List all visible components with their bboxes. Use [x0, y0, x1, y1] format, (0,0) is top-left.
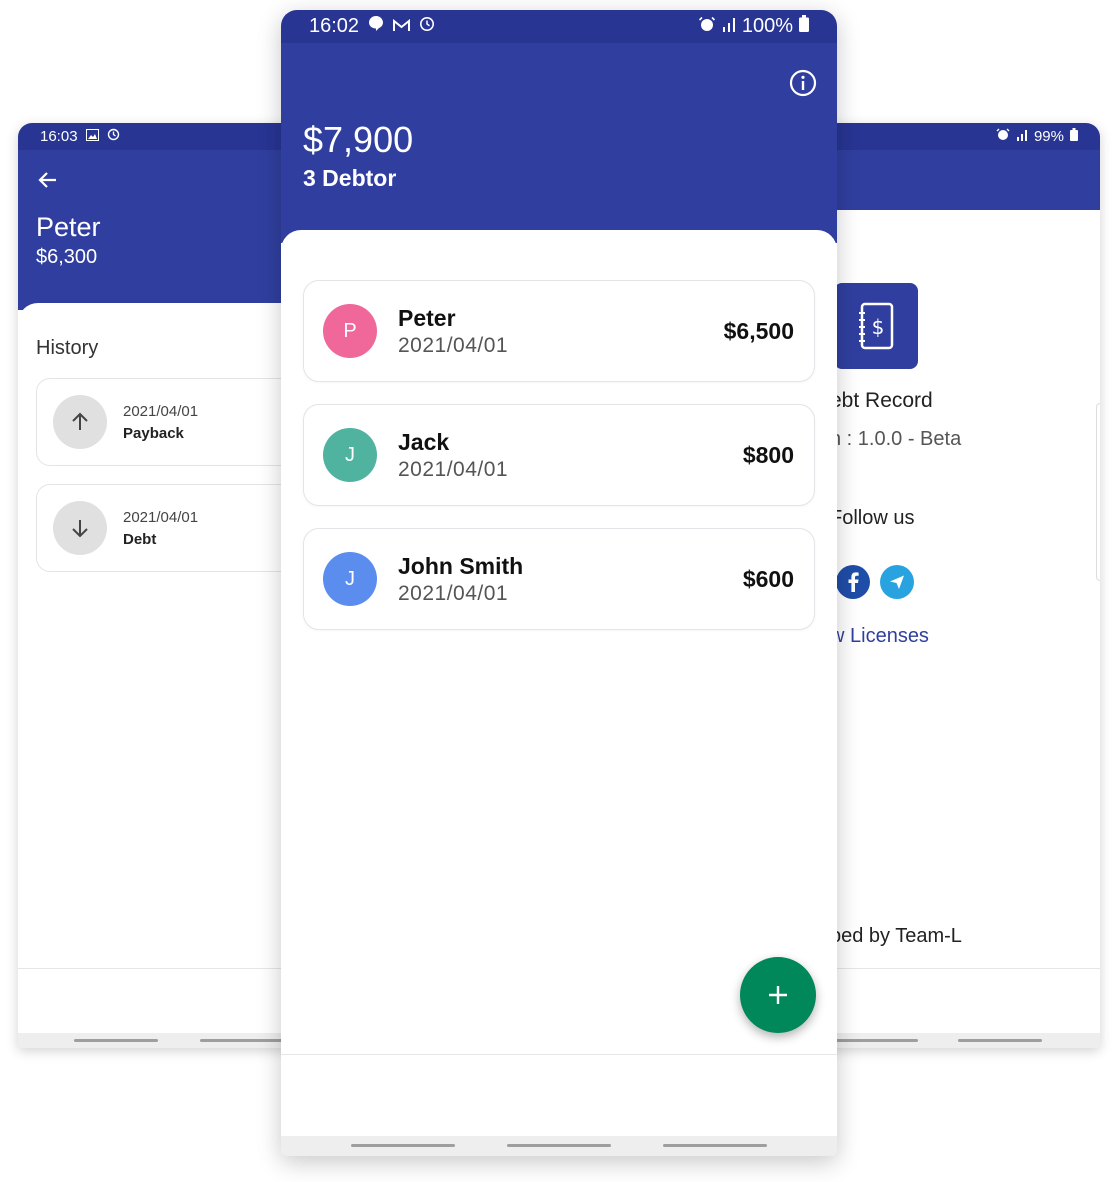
system-nav-bar [18, 1033, 318, 1048]
debtor-name: Peter [36, 212, 101, 242]
arrow-down-icon [53, 501, 107, 555]
debtor-date: 2021/04/01 [398, 582, 509, 605]
plus-icon [769, 986, 787, 1004]
history-item[interactable]: 2021/04/01 Debt [36, 484, 318, 572]
nav-recents-handle[interactable] [351, 1144, 455, 1147]
debtor-date: 2021/04/01 [398, 334, 509, 357]
history-panel: History 2021/04/01 Payback 2021/04/01 De… [18, 303, 318, 968]
about-header [800, 150, 1100, 210]
nav-home-handle[interactable] [507, 1144, 611, 1147]
detail-header: Peter $6,300 [18, 150, 318, 310]
svg-text:$: $ [872, 315, 885, 339]
divider [281, 1054, 837, 1055]
alarm-clock-icon [107, 128, 120, 145]
debtor-list-screen: 16:02 100% $7,900 3 Debtor P Peter 2021/… [281, 10, 837, 1156]
battery-icon [1070, 128, 1078, 145]
status-bar: 16:02 100% [281, 10, 837, 43]
developer-credit: ped by Team-L [830, 925, 962, 947]
battery-level: 99% [1033, 128, 1064, 145]
signal-icon [722, 15, 736, 38]
debtor-list: P Peter 2021/04/01 $6,500 J Jack 2021/04… [281, 230, 837, 1054]
debtor-date: 2021/04/01 [398, 458, 509, 481]
system-nav-bar [281, 1136, 837, 1156]
debtor-detail-screen: 16:03 Peter $6,300 History 2021/04/01 Pa… [18, 123, 318, 1048]
follow-us-label: Follow us [830, 507, 915, 529]
battery-level: 100% [741, 15, 793, 37]
alarm-icon [996, 128, 1010, 145]
debtor-amount: $600 [742, 566, 794, 592]
avatar: J [323, 552, 377, 606]
messenger-icon [368, 15, 384, 38]
add-debtor-button[interactable] [740, 957, 816, 1033]
history-date: 2021/04/01 [123, 509, 199, 526]
debtor-name: Jack [398, 429, 450, 455]
nav-home-handle[interactable] [200, 1039, 284, 1042]
debtor-name: Peter [398, 305, 456, 331]
nav-back-handle[interactable] [663, 1144, 767, 1147]
image-icon [85, 128, 99, 145]
debtor-card[interactable]: J John Smith 2021/04/01 $600 [303, 528, 815, 630]
debtor-balance: $6,300 [36, 246, 98, 268]
debtor-card[interactable]: J Jack 2021/04/01 $800 [303, 404, 815, 506]
gmail-icon [393, 15, 411, 38]
arrow-left-icon[interactable] [36, 168, 60, 197]
status-bar: 16:03 [18, 123, 318, 150]
debtor-card[interactable]: P Peter 2021/04/01 $6,500 [303, 280, 815, 382]
dollar-notebook-icon: $ [834, 283, 918, 369]
signal-icon [1016, 128, 1028, 145]
history-title: History [36, 337, 99, 359]
history-item[interactable]: 2021/04/01 Payback [36, 378, 318, 466]
nav-home-handle[interactable] [834, 1039, 918, 1042]
summary-header: $7,900 3 Debtor [281, 43, 837, 243]
history-date: 2021/04/01 [123, 403, 199, 420]
facebook-icon[interactable] [836, 565, 870, 599]
nav-back-handle[interactable] [958, 1039, 1042, 1042]
divider [800, 968, 1100, 969]
debtor-name: John Smith [398, 553, 524, 579]
alarm-clock-icon [419, 15, 435, 38]
debtor-amount: $6,500 [723, 318, 794, 344]
debtor-count: 3 Debtor [303, 165, 397, 191]
avatar: J [323, 428, 377, 482]
history-type: Payback [123, 425, 184, 442]
status-time: 16:02 [309, 15, 360, 37]
info-icon[interactable] [788, 68, 818, 98]
battery-icon [799, 15, 809, 38]
total-debt: $7,900 [303, 119, 414, 160]
about-screen: 99% $ ebt Record n : 1.0.0 - Beta Follow… [800, 123, 1100, 1048]
divider [18, 968, 318, 969]
debtor-amount: $800 [742, 442, 794, 468]
system-nav-bar [800, 1033, 1100, 1048]
status-time: 16:03 [40, 128, 78, 145]
status-bar: 99% [800, 123, 1100, 150]
side-panel-handle[interactable] [1096, 403, 1100, 581]
avatar: P [323, 304, 377, 358]
arrow-up-icon [53, 395, 107, 449]
alarm-icon [698, 15, 716, 38]
app-version: n : 1.0.0 - Beta [830, 428, 962, 450]
app-name: ebt Record [830, 389, 933, 412]
view-licenses-link[interactable]: w Licenses [830, 625, 929, 648]
nav-recents-handle[interactable] [74, 1039, 158, 1042]
history-type: Debt [123, 531, 157, 548]
telegram-icon[interactable] [880, 565, 914, 599]
